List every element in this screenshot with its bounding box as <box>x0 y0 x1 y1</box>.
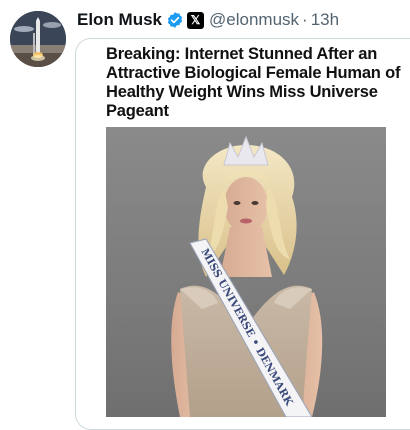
avatar[interactable] <box>10 11 66 67</box>
verified-badge-icon[interactable] <box>166 11 184 29</box>
author-name[interactable]: Elon Musk <box>77 10 162 30</box>
card-headline: Breaking: Internet Stunned After an Attr… <box>106 45 401 120</box>
x-logo-icon[interactable]: 𝕏 <box>187 11 205 29</box>
author-handle[interactable]: @elonmusk <box>209 10 299 30</box>
separator-dot: · <box>302 10 308 29</box>
tweet-header: Elon Musk 𝕏 @elonmusk · 13h <box>77 9 339 31</box>
pageant-photo[interactable]: MISS UNIVERSE • DENMARK <box>106 127 386 417</box>
tweet-timestamp[interactable]: 13h <box>311 10 339 30</box>
media-card[interactable]: Breaking: Internet Stunned After an Attr… <box>75 38 410 430</box>
